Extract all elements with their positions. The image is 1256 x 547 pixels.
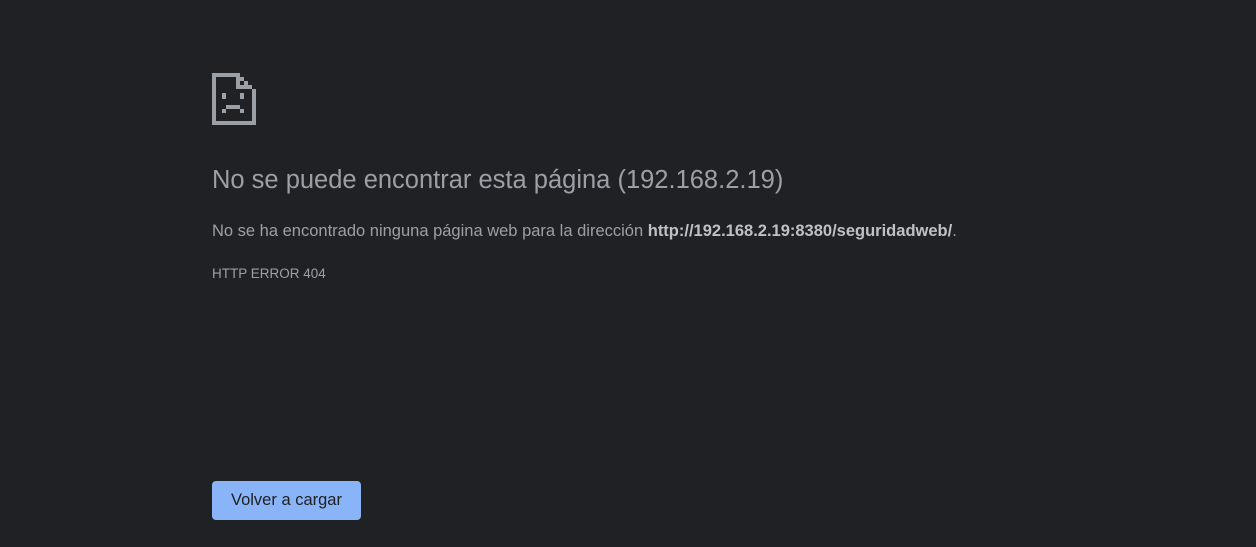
page-title: No se puede encontrar esta página (192.1… [212,166,784,194]
error-code: HTTP ERROR 404 [212,266,326,281]
error-message: No se ha encontrado ninguna página web p… [212,222,957,241]
error-message-prefix: No se ha encontrado ninguna página web p… [212,222,648,240]
error-url: http://192.168.2.19:8380/seguridadweb/ [647,222,953,240]
error-message-suffix: . [952,222,957,240]
sad-page-icon [212,73,256,125]
error-container: No se puede encontrar esta página (192.1… [212,73,1112,281]
reload-button[interactable]: Volver a cargar [212,481,361,520]
